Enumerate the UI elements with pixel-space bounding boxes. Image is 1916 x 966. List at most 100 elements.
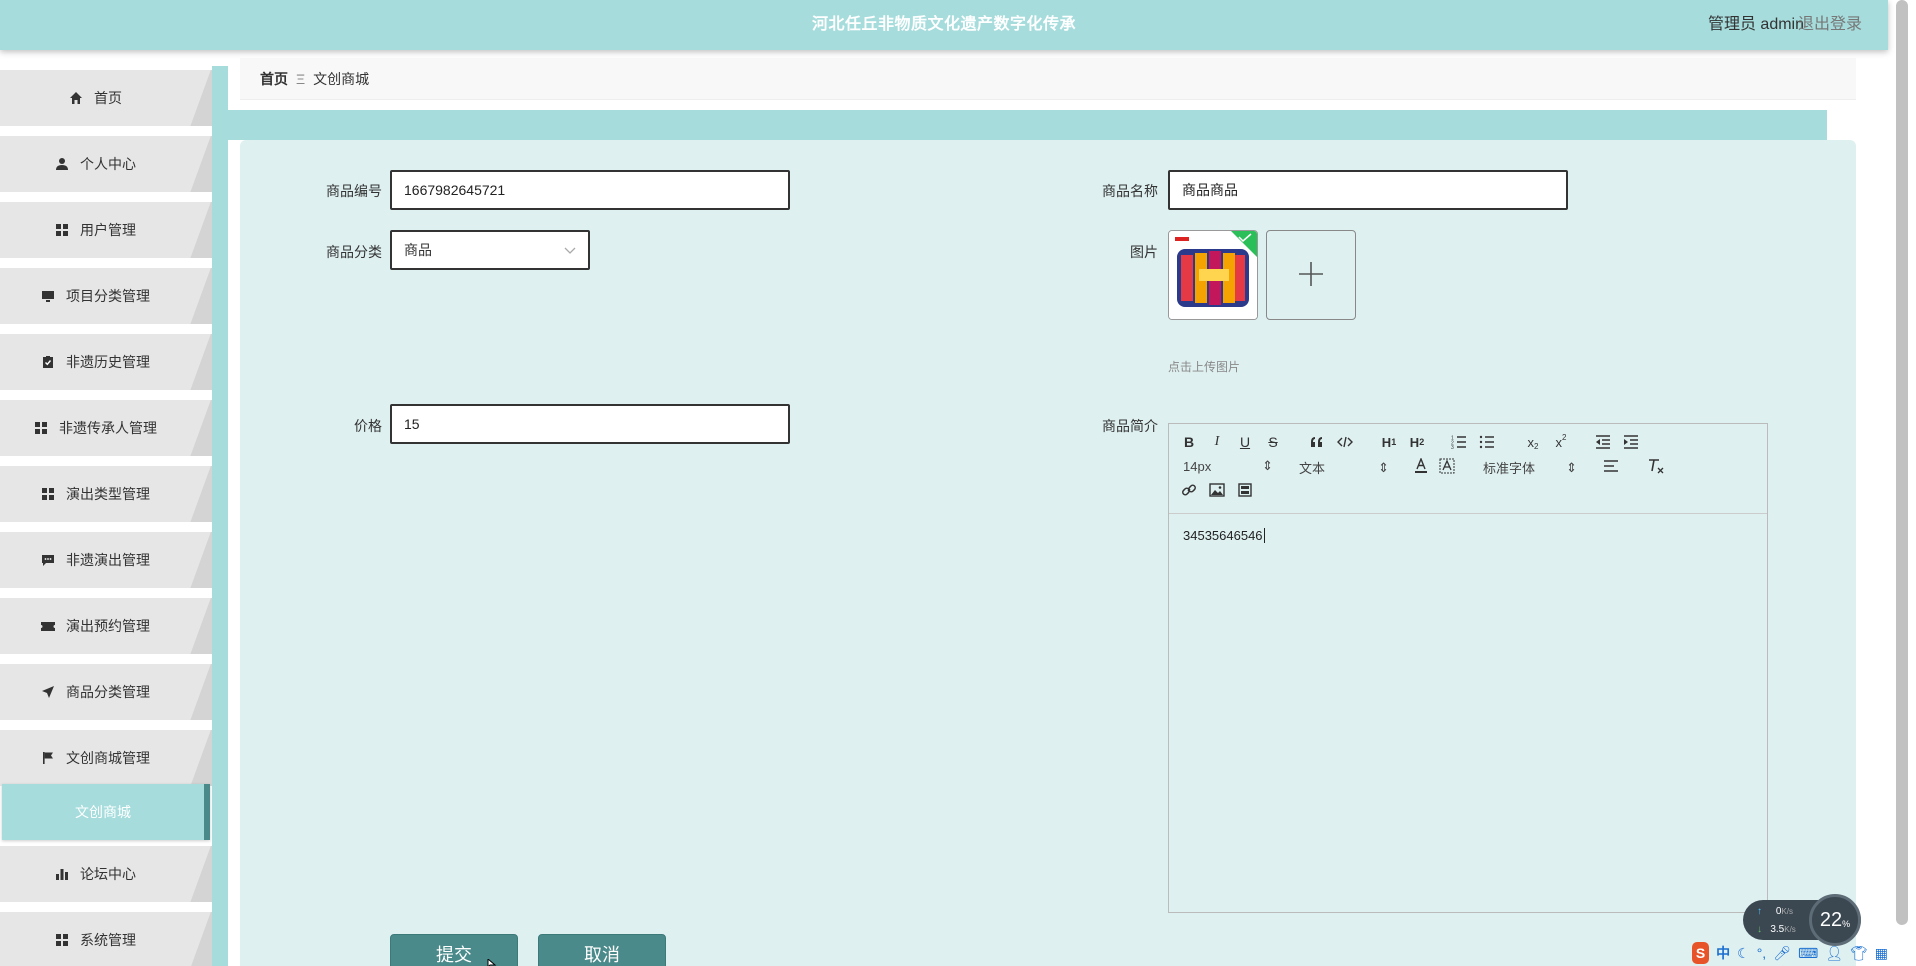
sidebar-item-booking-management[interactable]: 演出预约管理 xyxy=(0,598,212,654)
font-size-select[interactable]: 14px ⇕ xyxy=(1183,458,1273,474)
person-icon[interactable]: 👤︎ xyxy=(1825,945,1843,962)
link-icon[interactable] xyxy=(1181,482,1197,498)
font-size-value: 14px xyxy=(1183,458,1212,474)
breadcrumb-home[interactable]: 首页 xyxy=(260,69,288,89)
cancel-button[interactable]: 取消 xyxy=(538,934,666,966)
heading2-icon[interactable]: H2 xyxy=(1407,434,1427,450)
outdent-icon[interactable] xyxy=(1595,434,1611,450)
sidebar-item-label: 非遗历史管理 xyxy=(66,354,150,370)
network-speed-widget: ↑ 0K/s ↓ 3.5K/s 22% xyxy=(1743,894,1861,946)
content-left-strip xyxy=(212,66,228,966)
bullet-list-icon[interactable] xyxy=(1479,434,1495,450)
flag-icon xyxy=(40,750,56,766)
shirt-icon[interactable]: 👕︎ xyxy=(1850,945,1868,962)
ordered-list-icon[interactable]: 123 xyxy=(1451,434,1467,450)
product-code-field[interactable]: 1667982645721 xyxy=(390,170,790,210)
grid-icon xyxy=(54,222,70,238)
product-intro-label: 商品简介 xyxy=(1102,418,1158,434)
keyboard-icon[interactable]: ⌨ xyxy=(1798,945,1818,962)
site-title: 河北任丘非物质文化遗产数字化传承 xyxy=(811,16,1076,33)
indent-icon[interactable] xyxy=(1623,434,1639,450)
bold-icon[interactable]: B xyxy=(1181,434,1197,450)
font-family-value: 标准字体 xyxy=(1483,461,1536,476)
breadcrumb: 首页 Ξ 文创商城 xyxy=(240,58,1856,100)
sidebar-item-label: 非遗演出管理 xyxy=(66,552,150,568)
sidebar-item-label: 演出预约管理 xyxy=(66,618,150,634)
user-icon xyxy=(54,156,70,172)
sidebar-item-project-category[interactable]: 项目分类管理 xyxy=(0,268,212,324)
code-block-icon[interactable] xyxy=(1337,434,1353,450)
logout-link[interactable]: 退出登录 xyxy=(1798,10,1862,34)
sidebar-item-performance-type[interactable]: 演出类型管理 xyxy=(0,466,212,522)
download-unit: K/s xyxy=(1784,925,1796,934)
blockquote-icon[interactable] xyxy=(1309,434,1325,450)
sidebar-item-user-management[interactable]: 用户管理 xyxy=(0,202,212,258)
sidebar-item-performance-management[interactable]: 非遗演出管理 xyxy=(0,532,212,588)
sidebar-item-inheritor-management[interactable]: 非遗传承人管理 xyxy=(0,400,212,456)
ime-mode[interactable]: 中 xyxy=(1716,943,1730,963)
product-name-label: 商品名称 xyxy=(1102,183,1158,199)
content-top-band xyxy=(212,110,1827,140)
superscript-icon[interactable]: x2 xyxy=(1551,433,1571,450)
image-icon[interactable] xyxy=(1209,482,1225,498)
sidebar-item-label: 论坛中心 xyxy=(80,866,136,882)
video-icon[interactable] xyxy=(1237,482,1253,498)
submit-button[interactable]: 提交 xyxy=(390,934,518,966)
sogou-logo-icon[interactable]: S xyxy=(1692,942,1710,964)
editor-content-area[interactable]: 34535646546 xyxy=(1169,514,1767,557)
mic-icon[interactable]: 🎤︎ xyxy=(1773,945,1791,962)
svg-text:3: 3 xyxy=(1451,445,1454,449)
apps-icon[interactable]: ▦ xyxy=(1875,945,1888,962)
ticket-icon xyxy=(40,618,56,634)
clear-format-icon[interactable] xyxy=(1647,458,1665,474)
upload-arrow-icon: ↑ xyxy=(1757,906,1762,917)
download-arrow-icon: ↓ xyxy=(1757,924,1762,935)
sidebar-subitem-shop[interactable]: 文创商城 xyxy=(2,784,210,840)
download-speed: 3.5 xyxy=(1770,924,1785,935)
top-header: 河北任丘非物质文化遗产数字化传承 管理员 admin 退出登录 xyxy=(0,0,1888,50)
font-family-select[interactable]: 标准字体 ⇕ xyxy=(1483,458,1577,477)
updown-icon: ⇕ xyxy=(1566,459,1577,475)
cpu-usage-value: 22 xyxy=(1819,908,1843,931)
page-scrollbar[interactable] xyxy=(1888,0,1916,966)
sidebar-item-label: 项目分类管理 xyxy=(66,288,150,304)
image-upload-button[interactable] xyxy=(1266,230,1356,320)
price-field[interactable]: 15 xyxy=(390,404,790,444)
align-icon[interactable] xyxy=(1603,458,1619,474)
send-icon xyxy=(40,684,56,700)
product-image-thumbnail[interactable] xyxy=(1168,230,1258,320)
subscript-icon[interactable]: x2 xyxy=(1523,434,1543,451)
bar-chart-icon xyxy=(54,866,70,882)
cursor-pointer-icon xyxy=(485,956,497,966)
sidebar-item-label: 非遗传承人管理 xyxy=(59,420,157,436)
sidebar-item-personal-center[interactable]: 个人中心 xyxy=(0,136,212,192)
block-type-select[interactable]: 文本 ⇕ xyxy=(1299,458,1389,477)
sidebar-item-product-category[interactable]: 商品分类管理 xyxy=(0,664,212,720)
plus-icon xyxy=(1297,260,1325,291)
editor-toolbar: B I U S H1 H2 123 x2 x2 14px ⇕ 文本 ⇕ 标准字体 ⇕ xyxy=(1169,424,1767,514)
moon-icon[interactable]: ☾ xyxy=(1737,945,1750,962)
sidebar-item-heritage-history[interactable]: 非遗历史管理 xyxy=(0,334,212,390)
product-category-select[interactable]: 商品 xyxy=(390,230,590,270)
sidebar-item-home[interactable]: 首页 xyxy=(0,70,212,126)
scrollbar-thumb[interactable] xyxy=(1896,0,1908,925)
product-name-field[interactable]: 商品商品 xyxy=(1168,170,1568,210)
strikethrough-icon[interactable]: S xyxy=(1265,434,1281,450)
italic-icon[interactable]: I xyxy=(1209,434,1225,450)
breadcrumb-separator: Ξ xyxy=(296,70,306,87)
chevron-down-icon xyxy=(564,242,576,258)
background-color-icon[interactable] xyxy=(1439,458,1455,474)
sidebar-item-shop-management[interactable]: 文创商城管理 xyxy=(0,730,212,786)
chat-icon xyxy=(40,552,56,568)
cpu-usage-gauge[interactable]: 22% xyxy=(1809,894,1861,946)
home-icon xyxy=(68,90,84,106)
heading1-icon[interactable]: H1 xyxy=(1379,434,1399,450)
underline-icon[interactable]: U xyxy=(1237,434,1253,450)
font-color-icon[interactable] xyxy=(1413,458,1429,474)
sidebar-item-forum[interactable]: 论坛中心 xyxy=(0,846,212,902)
rich-text-editor: B I U S H1 H2 123 x2 x2 14px ⇕ 文本 ⇕ 标准字体 ⇕ … xyxy=(1168,423,1768,913)
sidebar-item-label: 系统管理 xyxy=(80,932,136,948)
punctuation-icon[interactable]: °, xyxy=(1757,945,1767,961)
sidebar-item-system[interactable]: 系统管理 xyxy=(0,912,212,966)
updown-icon: ⇕ xyxy=(1262,458,1273,473)
